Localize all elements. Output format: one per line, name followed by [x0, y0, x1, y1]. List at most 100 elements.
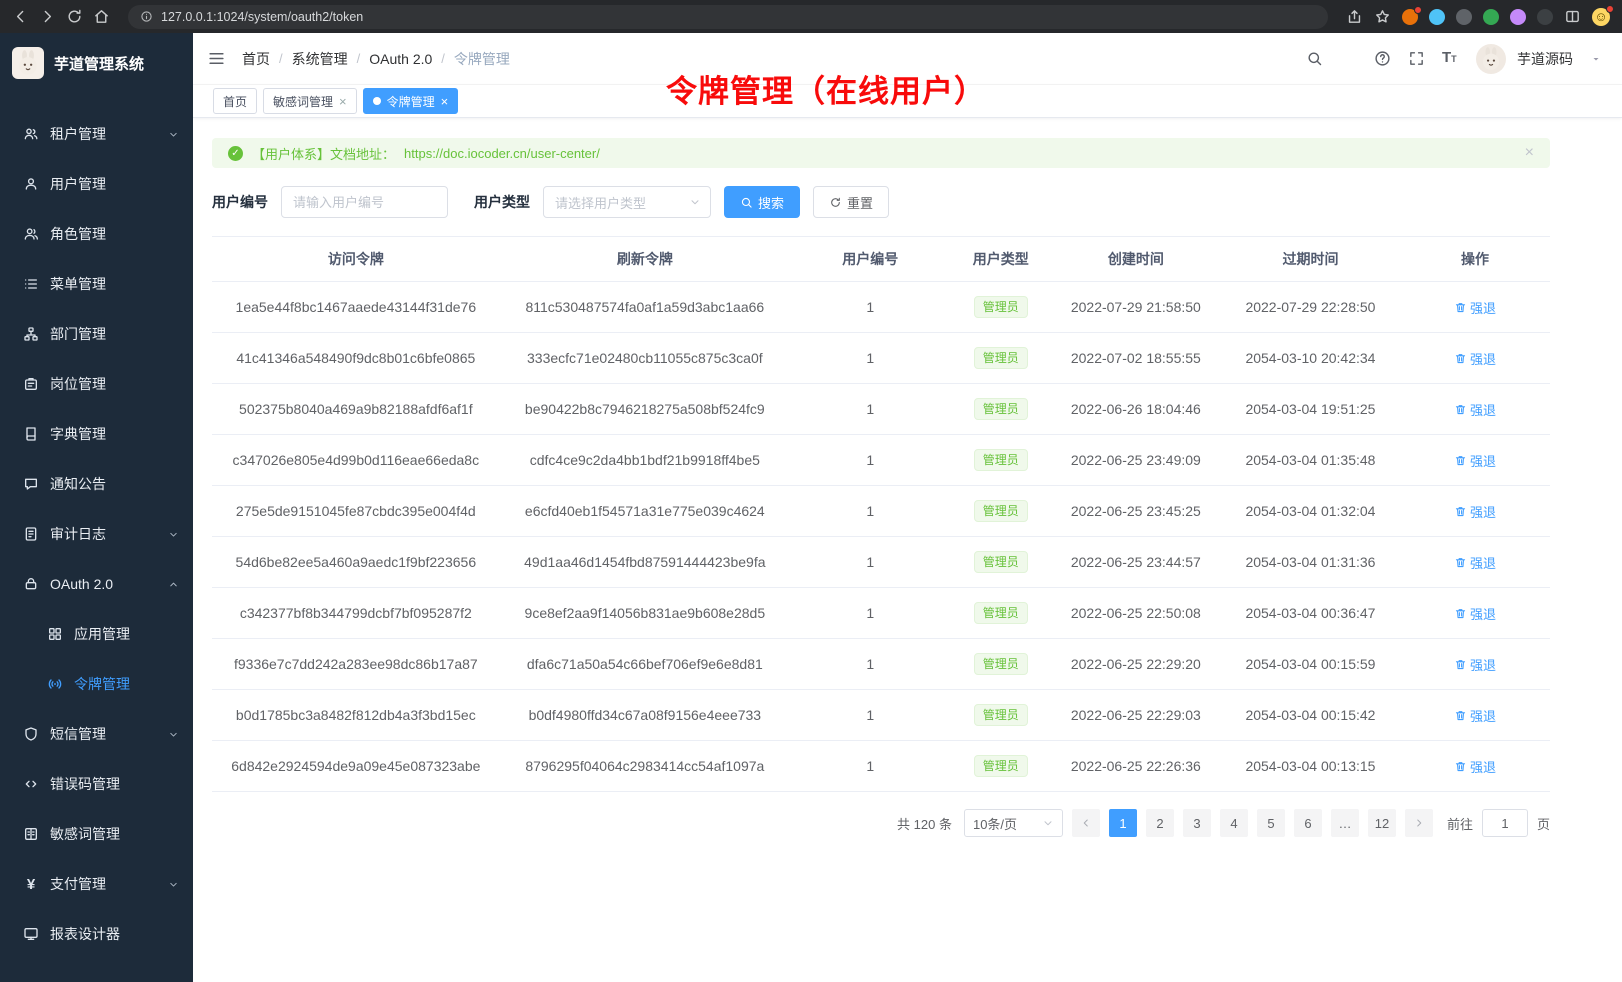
force-logout-button[interactable]: 强退	[1454, 706, 1496, 725]
tab-close-icon[interactable]: ×	[441, 95, 449, 108]
table-row: f9336e7c7dd242a283ee98dc86b17a87dfa6c71a…	[212, 639, 1550, 690]
chevron-down-icon[interactable]	[1590, 53, 1602, 65]
refresh-token-cell: 9ce8ef2aa9f14056b831ae9b608e28d5	[500, 588, 790, 639]
user-id-input[interactable]	[281, 186, 448, 218]
extension-icon-2[interactable]	[1429, 9, 1445, 25]
force-logout-button[interactable]: 强退	[1454, 757, 1496, 776]
pager-prev-button[interactable]	[1072, 809, 1100, 837]
address-bar[interactable]: 127.0.0.1:1024/system/oauth2/token	[128, 5, 1328, 29]
sidebar-item-通知公告[interactable]: 通知公告	[0, 459, 193, 509]
sidebar-item-字典管理[interactable]: 字典管理	[0, 409, 193, 459]
reload-button[interactable]	[66, 8, 83, 25]
pager-page-button[interactable]: 2	[1146, 809, 1174, 837]
bookmark-star-icon[interactable]	[1374, 8, 1391, 25]
sidebar-item-支付管理[interactable]: ¥支付管理	[0, 859, 193, 909]
user-avatar[interactable]	[1476, 44, 1506, 74]
pager-page-button[interactable]: 3	[1183, 809, 1211, 837]
refresh-icon	[829, 196, 842, 209]
sidebar-item-OAuth 2.0[interactable]: OAuth 2.0	[0, 559, 193, 609]
force-logout-button[interactable]: 强退	[1454, 502, 1496, 521]
share-icon[interactable]	[1346, 8, 1363, 25]
sidebar-item-令牌管理[interactable]: 令牌管理	[0, 659, 193, 709]
sidebar-item-敏感词管理[interactable]: 敏感词管理	[0, 809, 193, 859]
pager-next-button[interactable]	[1405, 809, 1433, 837]
sidebar-item-角色管理[interactable]: 角色管理	[0, 209, 193, 259]
chevron-down-icon	[168, 529, 179, 540]
sidebar-fold-icon[interactable]	[207, 49, 226, 68]
pager-page-button[interactable]: 4	[1220, 809, 1248, 837]
sidebar-item-label: 菜单管理	[50, 274, 106, 294]
fullscreen-icon[interactable]	[1408, 50, 1425, 67]
user-icon	[23, 176, 39, 192]
breadcrumb-item[interactable]: 系统管理	[292, 49, 348, 69]
extension-icon-5[interactable]	[1510, 9, 1526, 25]
pager-page-button[interactable]: 1	[1109, 809, 1137, 837]
column-header: 过期时间	[1221, 237, 1400, 282]
force-logout-button[interactable]: 强退	[1454, 298, 1496, 317]
force-logout-button[interactable]: 强退	[1454, 349, 1496, 368]
force-logout-button[interactable]: 强退	[1454, 604, 1496, 623]
force-logout-button[interactable]: 强退	[1454, 553, 1496, 572]
access-token-cell: c342377bf8b344799dcbf7bf095287f2	[212, 588, 500, 639]
extension-icon-4[interactable]	[1483, 9, 1499, 25]
forward-button[interactable]	[39, 8, 56, 25]
sidebar-item-报表设计器[interactable]: 报表设计器	[0, 909, 193, 959]
extension-icon-6[interactable]	[1537, 9, 1553, 25]
alert-close-icon[interactable]: ×	[1525, 145, 1534, 161]
user-name[interactable]: 芋道源码	[1517, 49, 1573, 69]
app-logo-row[interactable]: 芋道管理系统	[0, 33, 193, 93]
alert-doc-link[interactable]: https://doc.iocoder.cn/user-center/	[404, 146, 600, 161]
sidebar-item-用户管理[interactable]: 用户管理	[0, 159, 193, 209]
extension-icon-1[interactable]	[1402, 9, 1418, 25]
tab-令牌管理[interactable]: 令牌管理×	[363, 88, 459, 114]
tab-首页[interactable]: 首页	[213, 88, 257, 114]
sidebar-item-岗位管理[interactable]: 岗位管理	[0, 359, 193, 409]
site-info-icon[interactable]	[140, 10, 153, 23]
goto-page-input[interactable]	[1482, 809, 1528, 837]
home-button[interactable]	[93, 8, 110, 25]
trash-icon	[1454, 454, 1467, 467]
tab-敏感词管理[interactable]: 敏感词管理×	[263, 88, 357, 114]
page-size-value: 10条/页	[973, 814, 1017, 833]
access-token-cell: f9336e7c7dd242a283ee98dc86b17a87	[212, 639, 500, 690]
force-logout-button[interactable]: 强退	[1454, 655, 1496, 674]
sidebar-item-部门管理[interactable]: 部门管理	[0, 309, 193, 359]
trash-icon	[1454, 352, 1467, 365]
user-id-cell: 1	[790, 486, 951, 537]
page-size-select[interactable]: 10条/页	[964, 809, 1063, 837]
user-type-badge: 管理员	[974, 653, 1028, 675]
sidebar-item-短信管理[interactable]: 短信管理	[0, 709, 193, 759]
force-logout-label: 强退	[1470, 757, 1496, 776]
extension-icon-3[interactable]	[1456, 9, 1472, 25]
breadcrumb-item[interactable]: OAuth 2.0	[369, 51, 432, 67]
app-title: 芋道管理系统	[54, 53, 144, 74]
breadcrumb-item[interactable]: 首页	[242, 49, 270, 69]
sidebar-item-label: 错误码管理	[50, 774, 120, 794]
sidebar-item-错误码管理[interactable]: 错误码管理	[0, 759, 193, 809]
user-type-select[interactable]: 请选择用户类型	[543, 186, 711, 218]
back-button[interactable]	[12, 8, 29, 25]
force-logout-button[interactable]: 强退	[1454, 400, 1496, 419]
pager-page-button[interactable]: 6	[1294, 809, 1322, 837]
table-row: 6d842e2924594de9a09e45e087323abe8796295f…	[212, 741, 1550, 792]
tab-close-icon[interactable]: ×	[339, 95, 347, 108]
help-icon[interactable]	[1374, 50, 1391, 67]
profile-avatar-icon[interactable]: ☺	[1592, 8, 1610, 26]
sidebar-item-租户管理[interactable]: 租户管理	[0, 109, 193, 159]
font-size-icon[interactable]: TT	[1442, 50, 1459, 67]
expire-time-cell: 2054-03-04 00:13:15	[1221, 741, 1400, 792]
reset-button[interactable]: 重置	[813, 186, 889, 218]
sidebar-item-应用管理[interactable]: 应用管理	[0, 609, 193, 659]
github-icon[interactable]	[1340, 50, 1357, 67]
search-icon[interactable]	[1306, 50, 1323, 67]
expire-time-cell: 2054-03-04 00:36:47	[1221, 588, 1400, 639]
pager-page-button[interactable]: 12	[1368, 809, 1396, 837]
force-logout-button[interactable]: 强退	[1454, 451, 1496, 470]
search-button[interactable]: 搜索	[724, 186, 800, 218]
refresh-token-cell: cdfc4ce9c2da4bb1bdf21b9918ff4be5	[500, 435, 790, 486]
sidebar-item-审计日志[interactable]: 审计日志	[0, 509, 193, 559]
pager-page-button[interactable]: 5	[1257, 809, 1285, 837]
pager-more-button[interactable]: …	[1331, 809, 1359, 837]
sidebar-item-菜单管理[interactable]: 菜单管理	[0, 259, 193, 309]
split-view-icon[interactable]	[1564, 8, 1581, 25]
